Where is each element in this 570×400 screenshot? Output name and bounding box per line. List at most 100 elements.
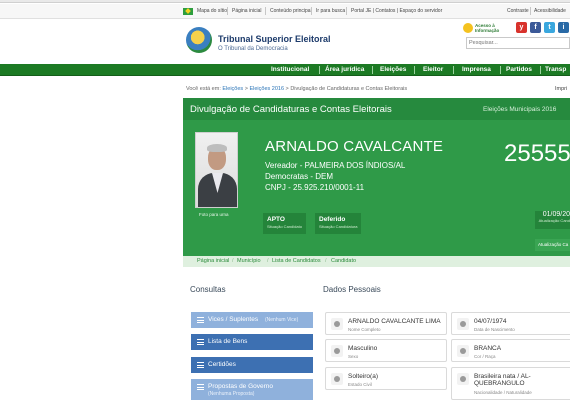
field-cor-raca: BRANCA Cor / Raça: [451, 339, 570, 362]
subcrumb-pagina-inicial[interactable]: Página inicial: [197, 258, 229, 264]
link-portal[interactable]: Portal JE | Contatos | Espaço do servido…: [351, 8, 442, 14]
instagram-icon[interactable]: i: [558, 22, 569, 33]
divider: [453, 66, 454, 74]
nav-item-eleitor[interactable]: Eleitor: [423, 66, 443, 73]
vices-suplentes-button[interactable]: Vices / Suplentes (Nenhum Vice): [191, 312, 313, 328]
divider: [530, 7, 531, 15]
gender-icon: [331, 345, 343, 357]
field-sexo: Masculino Sexo: [325, 339, 447, 362]
update-date-box: 01/09/20 Atualização Cand: [535, 211, 570, 229]
vices-suplentes-label: Vices / Suplentes: [208, 316, 259, 323]
site-subtitle: O Tribunal da Democracia: [218, 46, 288, 52]
status-candidato-label: Situação Candidato: [267, 224, 302, 229]
field-label: Nacionalidade / Naturalidade: [474, 390, 532, 395]
field-label: Data de Nascimento: [474, 327, 515, 332]
nav-item-area-juridica[interactable]: Área jurídica: [325, 66, 364, 73]
brazil-flag-icon: [183, 8, 193, 15]
field-value: Masculino: [348, 345, 378, 352]
ring-icon: [331, 373, 343, 385]
list-icon: [197, 317, 204, 323]
divider: [265, 7, 266, 15]
field-nome-completo: ARNALDO CAVALCANTE LIMA Nome Completo: [325, 312, 447, 335]
candidate-office: Vereador - PALMEIRA DOS ÍNDIOS/AL: [265, 161, 406, 170]
nav-item-transparencia[interactable]: Transp: [545, 66, 566, 73]
twitter-icon[interactable]: t: [544, 22, 555, 33]
site-header: Tribunal Superior Eleitoral O Tribunal d…: [0, 19, 570, 64]
list-icon: [197, 384, 204, 390]
candidate-number: 25555: [504, 140, 570, 167]
photo-caption: Foto para urna: [199, 212, 229, 217]
divider: [346, 7, 347, 15]
link-mapa[interactable]: Mapa do sítio: [197, 8, 227, 14]
divider: [540, 66, 541, 74]
calendar-icon: [457, 318, 469, 330]
palette-icon: [457, 345, 469, 357]
divider: [227, 7, 228, 15]
youtube-icon[interactable]: y: [516, 22, 527, 33]
propostas-governo-button[interactable]: Propostas de Governo (Nenhuma Proposta): [191, 379, 313, 400]
candidate-cnpj: CNPJ - 25.925.210/0001-11: [265, 183, 365, 192]
divider: [500, 66, 501, 74]
nav-item-imprensa[interactable]: Imprensa: [462, 66, 491, 73]
subcrumb-candidato: Candidato: [331, 258, 357, 264]
propostas-governo-count: (Nenhuma Proposta): [208, 391, 255, 397]
field-estado-civil: Solteiro(a) Estado Civil: [325, 367, 447, 390]
photo-hair: [207, 144, 227, 152]
status-candidatura-value: Deferido: [319, 216, 346, 223]
breadcrumb-current: Divulgação de Candidaturas e Contas Elei…: [290, 86, 408, 92]
print-link[interactable]: Impri: [555, 86, 567, 92]
field-value: ARNALDO CAVALCANTE LIMA: [348, 318, 441, 325]
link-conteudo[interactable]: Conteúdo principal: [270, 8, 312, 14]
panel-title: Divulgação de Candidaturas e Contas Elei…: [190, 104, 392, 115]
divider: /: [267, 258, 269, 264]
link-acessibilidade[interactable]: Acessibilidade: [534, 8, 566, 14]
breadcrumb-eleicoes-2016[interactable]: Eleições 2016: [249, 86, 284, 92]
link-pagina-inicial[interactable]: Página inicial: [232, 8, 261, 14]
subcrumb-municipio[interactable]: Município: [237, 258, 261, 264]
certidoes-button[interactable]: Certidões: [191, 357, 313, 373]
candidate-photo: [195, 132, 238, 208]
breadcrumb-prefix: Você está em:: [186, 86, 221, 92]
field-label: Cor / Raça: [474, 354, 496, 359]
lista-bens-button[interactable]: Lista de Bens: [191, 334, 313, 350]
field-value: BRANCA: [474, 345, 502, 352]
nav-item-partidos[interactable]: Partidos: [506, 66, 532, 73]
election-label: Eleições Municipais 2016: [483, 106, 557, 113]
status-candidatura-label: Situação Candidatura: [319, 224, 358, 229]
breadcrumb-eleicoes[interactable]: Eleições: [222, 86, 243, 92]
link-busca[interactable]: Ir para busca: [316, 8, 345, 14]
search-input[interactable]: [466, 37, 570, 49]
tse-logo-icon[interactable]: [186, 27, 212, 53]
field-value: 04/07/1974: [474, 318, 507, 325]
update-date-label: Atualização Cand: [538, 218, 570, 223]
status-candidatura: Deferido Situação Candidatura: [315, 213, 362, 234]
update-button[interactable]: Atualização Ca: [535, 239, 570, 251]
facebook-icon[interactable]: f: [530, 22, 541, 33]
field-data-nascimento: 04/07/1974 Data de Nascimento: [451, 312, 570, 335]
divider: [414, 66, 415, 74]
nav-item-eleicoes[interactable]: Eleições: [380, 66, 406, 73]
gov-bar: Mapa do sítio Página inicial Conteúdo pr…: [0, 4, 570, 19]
field-label: Sexo: [348, 354, 359, 359]
breadcrumb: Você está em: Eleições > Eleições 2016 >…: [186, 86, 408, 92]
vices-suplentes-count: (Nenhum Vice): [265, 317, 299, 323]
subcrumb-lista-candidatos[interactable]: Lista de Candidatos: [272, 258, 321, 264]
nav-item-institucional[interactable]: Institucional: [271, 66, 309, 73]
divider: /: [325, 258, 327, 264]
status-candidato: APTO Situação Candidato: [263, 213, 306, 234]
field-nacionalidade: Brasileira nata / AL-QUEBRANGULO Naciona…: [451, 367, 570, 400]
divider: [311, 7, 312, 15]
user-icon: [331, 318, 343, 330]
link-contraste[interactable]: Contraste: [507, 8, 529, 14]
field-value: Solteiro(a): [348, 373, 378, 380]
field-label: Nome Completo: [348, 327, 381, 332]
acesso-informacao-label: Acesso à Informação: [475, 23, 500, 33]
acesso-informacao-link[interactable]: Acesso à Informação: [463, 23, 503, 35]
site-title[interactable]: Tribunal Superior Eleitoral: [218, 34, 331, 44]
page: Mapa do sítio Página inicial Conteúdo pr…: [0, 0, 570, 400]
lista-bens-label: Lista de Bens: [208, 338, 248, 345]
field-label: Estado Civil: [348, 382, 372, 387]
status-candidato-value: APTO: [267, 216, 285, 223]
dados-pessoais-title: Dados Pessoais: [323, 285, 381, 294]
certidoes-label: Certidões: [208, 361, 236, 368]
